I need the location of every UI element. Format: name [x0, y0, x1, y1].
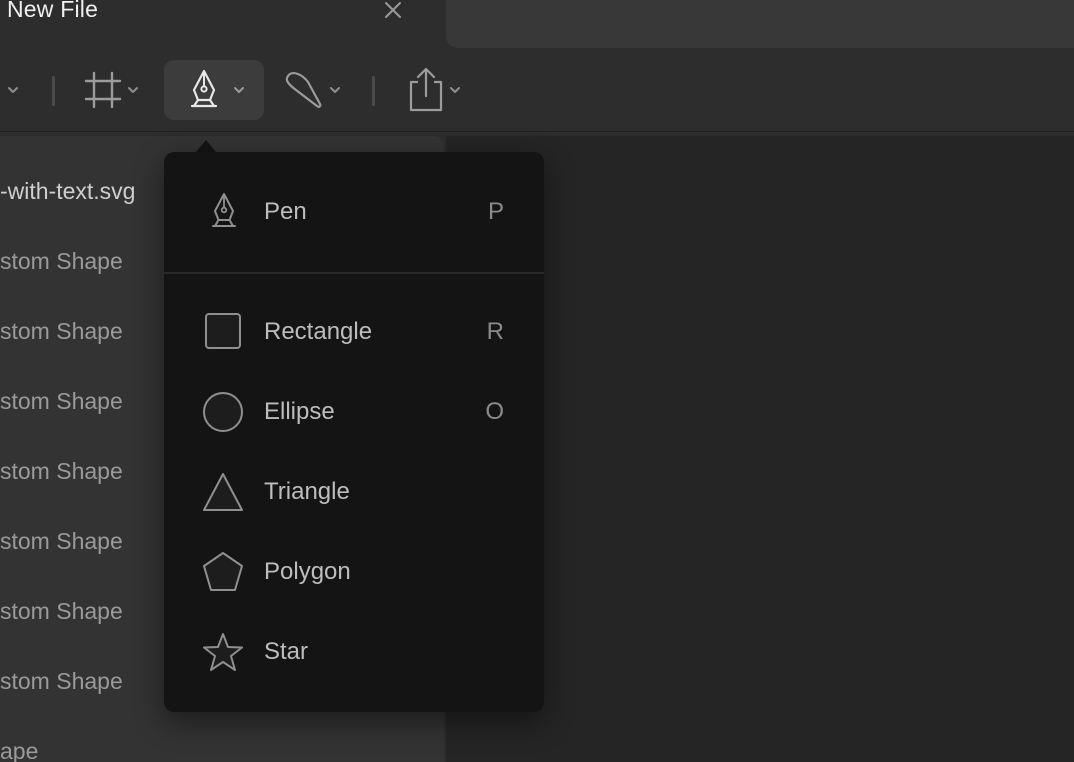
chevron-down-icon	[128, 87, 138, 93]
menu-item-shortcut: R	[486, 318, 504, 345]
menu-item-label: Pen	[264, 198, 307, 225]
brush-tool-button[interactable]	[280, 60, 352, 120]
ellipse-icon	[203, 392, 243, 432]
toolbar	[0, 48, 1074, 132]
frame-tool-button[interactable]	[80, 60, 152, 120]
menu-item-label: Ellipse	[264, 398, 335, 425]
pen-icon	[212, 193, 236, 227]
rectangle-icon	[205, 313, 241, 349]
layer-item[interactable]: stom Shape	[0, 668, 123, 695]
pen-tool-icon	[190, 69, 218, 108]
menu-divider	[164, 272, 544, 274]
layer-item[interactable]: -with-text.svg	[0, 178, 135, 205]
chevron-down-icon	[330, 87, 340, 93]
layer-item[interactable]: stom Shape	[0, 318, 123, 345]
chevron-down-icon	[450, 87, 460, 93]
menu-item-label: Polygon	[264, 558, 351, 585]
share-icon	[409, 67, 443, 112]
app-window: New File -with-text.svg stom Shape stom …	[0, 0, 1074, 762]
menu-item-label: Rectangle	[264, 318, 373, 345]
menu-item-pen[interactable]: Pen P	[164, 182, 544, 242]
toolbar-dropdown-left[interactable]	[6, 60, 32, 120]
shape-tool-menu: Pen P Rectangle R Ellipse O Triangle Pol…	[164, 152, 544, 712]
chevron-down-icon	[8, 87, 18, 93]
pen-tool-button[interactable]	[164, 60, 264, 120]
close-icon[interactable]	[380, 0, 406, 24]
triangle-icon	[203, 473, 243, 511]
menu-item-label: Triangle	[264, 478, 350, 505]
layer-item[interactable]: stom Shape	[0, 458, 123, 485]
menu-item-ellipse[interactable]: Ellipse O	[164, 382, 544, 442]
menu-item-shortcut: O	[485, 398, 504, 425]
toolbar-separator	[52, 76, 55, 106]
layer-item[interactable]: stom Shape	[0, 598, 123, 625]
toolbar-separator	[372, 76, 375, 106]
file-tab[interactable]: New File	[0, 0, 446, 48]
tab-strip-empty	[446, 0, 1074, 48]
chevron-down-icon	[234, 87, 244, 93]
menu-item-shortcut: P	[487, 198, 504, 225]
tab-title: New File	[7, 0, 99, 22]
polygon-icon	[203, 552, 243, 591]
layer-item[interactable]: stom Shape	[0, 248, 123, 275]
menu-item-polygon[interactable]: Polygon	[164, 542, 544, 602]
brush-icon	[285, 72, 322, 108]
menu-item-label: Star	[264, 638, 309, 665]
menu-item-rectangle[interactable]: Rectangle R	[164, 302, 544, 362]
menu-item-triangle[interactable]: Triangle	[164, 462, 544, 522]
layer-item[interactable]: stom Shape	[0, 388, 123, 415]
tab-strip: New File	[0, 0, 1074, 48]
frame-icon	[84, 71, 122, 109]
export-button[interactable]	[404, 60, 476, 120]
layer-item[interactable]: ape	[0, 738, 38, 762]
star-icon	[203, 633, 243, 671]
dropdown-pointer	[196, 140, 216, 152]
menu-item-star[interactable]: Star	[164, 622, 544, 682]
layer-item[interactable]: stom Shape	[0, 528, 123, 555]
